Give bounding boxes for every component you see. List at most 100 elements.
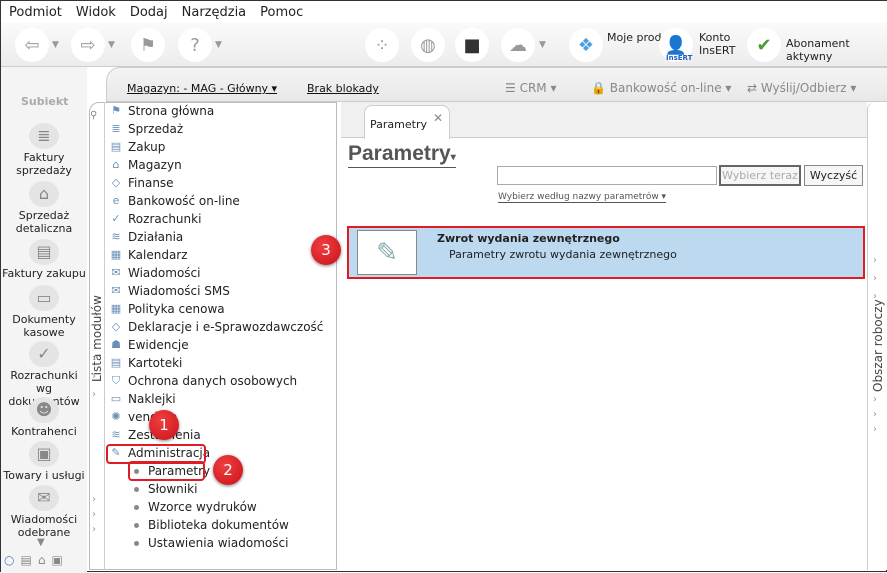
close-tab-icon[interactable]: ✕ [433, 111, 443, 125]
cloud-server-icon[interactable]: ☁ [501, 28, 535, 62]
module-finanse[interactable]: ◇ Finanse [109, 174, 174, 192]
menu-widok[interactable]: Widok [76, 5, 116, 20]
send-receive-button[interactable]: ⇄ Wyślij/Odbierz ▾ [747, 81, 856, 95]
finance-icon: ◇ [111, 176, 121, 189]
result-row[interactable]: ✎ Zwrot wydania zewnętrznego Parametry z… [347, 226, 865, 279]
cube-icon[interactable]: ■ [455, 28, 489, 62]
expand-chevrons-icon[interactable]: › › › [873, 392, 877, 437]
module-dzialania[interactable]: ≋ Działania [109, 228, 183, 246]
menu-bar: Podmiot Widok Dodaj Narzędzia Pomoc [1, 1, 887, 23]
sidebar-mode-icons[interactable]: ○▤⌂▣ [4, 553, 69, 567]
envelope-icon: ✉ [29, 485, 59, 511]
brand-logo: Subiekt [21, 95, 69, 108]
sms-icon: ✉ [111, 284, 121, 297]
price-icon: ▦ [110, 302, 122, 315]
highlight-parametry [128, 461, 205, 481]
module-zakup[interactable]: ▤ Zakup [109, 138, 166, 156]
ebank-icon: e [112, 194, 120, 207]
chevron-down-icon[interactable]: ▼ [52, 40, 59, 50]
menu-pomoc[interactable]: Pomoc [260, 5, 303, 20]
sidebar-item-dokumenty-kasowe[interactable]: ▭ Dokumenty kasowe [1, 285, 87, 339]
products-icon[interactable]: ❖ [569, 28, 603, 62]
module-ochrona-danych[interactable]: ⛉ Ochrona danych osobowych [109, 372, 297, 390]
workspace-strip[interactable]: › › › Obszar roboczy › › › [867, 102, 887, 570]
sidebar-item-faktury-zakupu[interactable]: ▤ Faktury zakupu [1, 239, 87, 280]
expand-chevrons-icon[interactable]: › › › [873, 252, 877, 306]
back-arrow-icon[interactable]: ⇦ [15, 28, 49, 62]
module-ewidencje[interactable]: ☗ Ewidencje [109, 336, 189, 354]
home-flag-icon: ⚑ [111, 104, 121, 117]
result-description: Parametry zwrotu wydania zewnętrznego [449, 248, 677, 261]
loading-icon[interactable]: ⁘ [365, 28, 399, 62]
coins-icon: ≣ [111, 122, 121, 135]
help-icon[interactable]: ? [178, 28, 212, 62]
scroll-down-icon[interactable]: ▼ [37, 537, 45, 548]
person-icon: ☻ [29, 397, 59, 423]
submodule-biblioteka[interactable]: Biblioteka dokumentów [134, 516, 289, 534]
module-magazyn[interactable]: ⌂ Magazyn [109, 156, 182, 174]
check-icon: ✓ [29, 341, 59, 367]
box-icon: ▣ [29, 441, 59, 467]
actions-icon: ≋ [111, 230, 121, 243]
step-marker-2: 2 [213, 455, 243, 485]
module-strona-glowna[interactable]: ⚑ Strona główna [109, 102, 214, 120]
module-kalendarz[interactable]: ▦ Kalendarz [109, 246, 188, 264]
subscription-status[interactable]: Abonament aktywny [786, 37, 887, 63]
crm-button[interactable]: ☰ CRM ▾ [505, 81, 557, 95]
result-title: Zwrot wydania zewnętrznego [437, 232, 620, 245]
warehouse-icon: ⌂ [112, 158, 120, 171]
menu-narzedzia[interactable]: Narzędzia [182, 5, 247, 20]
step-marker-1: 1 [149, 410, 179, 440]
module-polityka-cenowa[interactable]: ▦ Polityka cenowa [109, 300, 225, 318]
module-deklaracje[interactable]: ◇ Deklaracje i e-Sprawozdawczość [109, 318, 324, 336]
account-button[interactable]: Konto InsERT [699, 31, 739, 57]
menu-dodaj[interactable]: Dodaj [130, 5, 168, 20]
sidebar-item-faktury-sprzedazy[interactable]: ≣ Faktury sprzedaży [1, 123, 87, 177]
edit-document-icon: ✎ [357, 230, 417, 275]
tab-parametry[interactable]: Parametry ✕ [364, 105, 450, 139]
labels-icon: ▭ [110, 392, 122, 405]
sidebar-item-kontrahenci[interactable]: ☻ Kontrahenci [1, 397, 87, 438]
chevron-down-icon[interactable]: ▼ [539, 40, 546, 50]
basket-icon: ⌂ [29, 181, 59, 207]
documents-icon: ▤ [29, 239, 59, 265]
module-rozrachunki[interactable]: ✓ Rozrachunki [109, 210, 201, 228]
insert-logo: InsERT [666, 54, 693, 62]
module-kartoteki[interactable]: ▤ Kartoteki [109, 354, 183, 372]
select-now-button[interactable]: Wybierz teraz [719, 165, 801, 186]
menu-podmiot[interactable]: Podmiot [9, 5, 62, 20]
module-sprzedaz[interactable]: ≣ Sprzedaż [109, 120, 183, 138]
check-icon: ✓ [111, 212, 121, 225]
module-sms[interactable]: ✉ Wiadomości SMS [109, 282, 229, 300]
workspace-label: Obszar roboczy [871, 299, 885, 392]
sidebar-item-wiadomosci[interactable]: ✉ Wiadomości odebrane [1, 485, 87, 539]
submodule-wzorce-wydrukow[interactable]: Wzorce wydruków [134, 498, 257, 516]
module-list: ⚑ Strona główna ≣ Sprzedaż ▤ Zakup ⌂ Magazyn… [89, 102, 337, 570]
search-input[interactable] [497, 166, 717, 185]
cash-register-icon: ▭ [29, 285, 59, 311]
shield-check-icon[interactable]: ✔ [747, 28, 781, 62]
coins-icon: ≣ [29, 123, 59, 149]
forward-arrow-icon[interactable]: ⇨ [71, 28, 105, 62]
warehouse-selector[interactable]: Magazyn: - MAG - Główny ▾ [127, 82, 277, 95]
sidebar-item-towary[interactable]: ▣ Towary i usługi [1, 441, 87, 482]
submodule-ustawienia-wiadomosci[interactable]: Ustawienia wiadomości [134, 534, 288, 552]
clear-button[interactable]: Wyczyść [804, 165, 863, 186]
chevron-down-icon[interactable]: ▼ [215, 40, 222, 50]
records-icon: ☗ [111, 338, 121, 351]
lock-status-link[interactable]: Brak blokady [307, 82, 379, 95]
calendar-icon: ▦ [110, 248, 122, 261]
page-title[interactable]: Parametry▾ [348, 142, 456, 168]
documents-icon: ▤ [110, 140, 122, 153]
submodule-slowniki[interactable]: Słowniki [134, 480, 197, 498]
filter-by-name-dropdown[interactable]: Wybierz według nazwy parametrów ▾ [498, 192, 667, 203]
module-naklejki[interactable]: ▭ Naklejki [109, 390, 176, 408]
left-sidebar: Subiekt ≣ Faktury sprzedaży ⌂ Sprzedaż det… [1, 67, 87, 573]
module-wiadomosci[interactable]: ✉ Wiadomości [109, 264, 200, 282]
online-banking-button[interactable]: 🔒 Bankowość on-line ▾ [591, 81, 731, 95]
module-bankowosc[interactable]: e Bankowość on-line [109, 192, 240, 210]
chevron-down-icon[interactable]: ▼ [108, 40, 115, 50]
sidebar-item-sprzedaz-detaliczna[interactable]: ⌂ Sprzedaż detaliczna [1, 181, 87, 235]
globe-icon[interactable]: ◍ [411, 28, 445, 62]
flag-icon[interactable]: ⚑ [131, 28, 165, 62]
